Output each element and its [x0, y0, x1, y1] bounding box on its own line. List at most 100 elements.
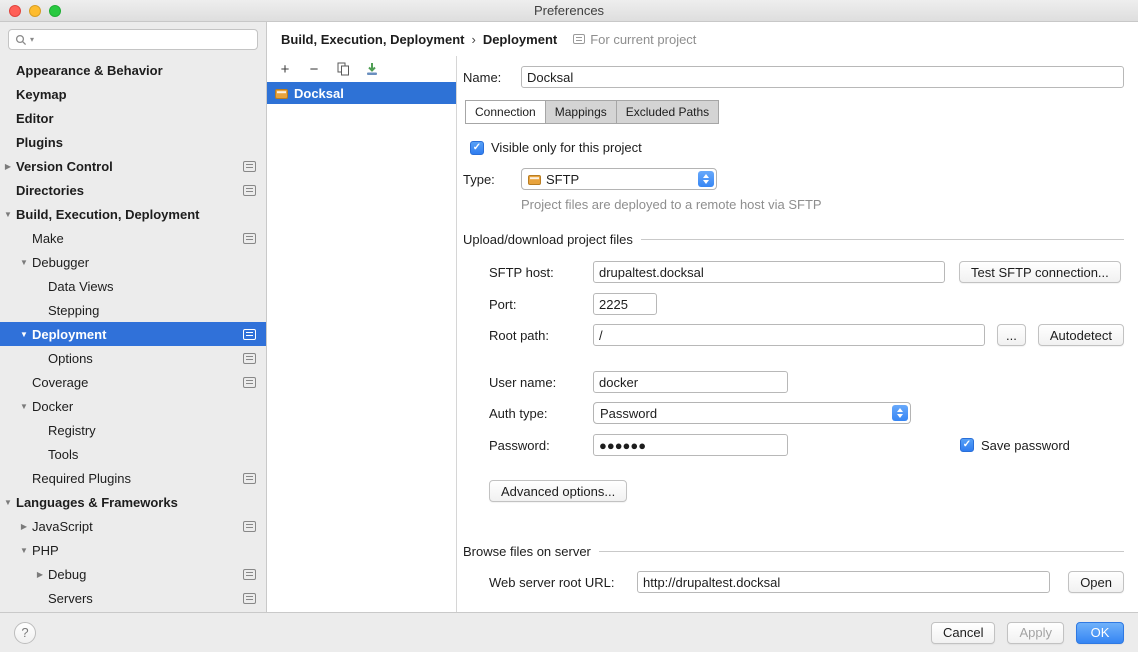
tab-excluded-paths[interactable]: Excluded Paths	[617, 100, 719, 124]
deployment-form: Name: Connection Mappings Excluded Paths…	[457, 56, 1138, 612]
sftp-type-icon	[528, 173, 541, 186]
type-row: Type: SFTP	[463, 168, 1124, 190]
web-root-input[interactable]	[637, 571, 1050, 593]
auth-type-dropdown[interactable]: Password	[593, 402, 911, 424]
sidebar-item-build-execution-deployment[interactable]: ▼Build, Execution, Deployment	[0, 202, 266, 226]
apply-button[interactable]: Apply	[1007, 622, 1064, 644]
name-input[interactable]	[521, 66, 1124, 88]
sync-icon[interactable]	[364, 61, 380, 77]
sidebar-item-label: Appearance & Behavior	[16, 63, 163, 78]
sidebar-item-make[interactable]: Make	[0, 226, 266, 250]
sidebar-item-directories[interactable]: Directories	[0, 178, 266, 202]
sidebar-item-label: PHP	[32, 543, 59, 558]
sidebar-item-label: Data Views	[48, 279, 114, 294]
project-settings-icon	[243, 329, 256, 340]
search-options-chevron-icon[interactable]: ▾	[30, 35, 34, 44]
collapsed-arrow-icon[interactable]: ▶	[16, 522, 32, 531]
zoom-window-button[interactable]	[49, 5, 61, 17]
sidebar-item-servers[interactable]: Servers	[0, 586, 266, 610]
test-sftp-connection-button[interactable]: Test SFTP connection...	[959, 261, 1121, 283]
project-settings-icon	[243, 161, 256, 172]
sidebar-item-appearance-behavior[interactable]: Appearance & Behavior	[0, 58, 266, 82]
sidebar-item-tools[interactable]: Tools	[0, 442, 266, 466]
type-dropdown[interactable]: SFTP	[521, 168, 717, 190]
sidebar-item-languages-frameworks[interactable]: ▼Languages & Frameworks	[0, 490, 266, 514]
server-list-item-docksal[interactable]: Docksal	[267, 82, 456, 104]
expanded-arrow-icon[interactable]: ▼	[16, 330, 32, 339]
expanded-arrow-icon[interactable]: ▼	[16, 546, 32, 555]
sidebar-item-version-control[interactable]: ▶Version Control	[0, 154, 266, 178]
auth-type-value: Password	[600, 406, 657, 421]
dropdown-stepper-icon	[892, 405, 908, 421]
advanced-options-button[interactable]: Advanced options...	[489, 480, 627, 502]
user-name-input[interactable]	[593, 371, 788, 393]
root-path-row: Root path: ... Autodetect	[489, 324, 1124, 346]
browse-root-button[interactable]: ...	[997, 324, 1026, 346]
search-input[interactable]	[37, 33, 251, 47]
sidebar-item-label: Directories	[16, 183, 84, 198]
sftp-host-input[interactable]	[593, 261, 945, 283]
sidebar-item-label: Docker	[32, 399, 73, 414]
sidebar-item-javascript[interactable]: ▶JavaScript	[0, 514, 266, 538]
sidebar-item-required-plugins[interactable]: Required Plugins	[0, 466, 266, 490]
autodetect-button[interactable]: Autodetect	[1038, 324, 1124, 346]
sidebar-item-debug[interactable]: ▶Debug	[0, 562, 266, 586]
expanded-arrow-icon[interactable]: ▼	[16, 402, 32, 411]
ok-button[interactable]: OK	[1076, 622, 1124, 644]
sidebar-item-php[interactable]: ▼PHP	[0, 538, 266, 562]
copy-icon[interactable]	[335, 61, 351, 77]
sidebar-item-coverage[interactable]: Coverage	[0, 370, 266, 394]
sidebar-item-data-views[interactable]: Data Views	[0, 274, 266, 298]
open-button[interactable]: Open	[1068, 571, 1124, 593]
name-label: Name:	[463, 70, 521, 85]
server-list-panel: + −	[267, 56, 457, 612]
type-help-text: Project files are deployed to a remote h…	[521, 197, 1124, 212]
save-password-label: Save password	[981, 438, 1070, 453]
expanded-arrow-icon[interactable]: ▼	[16, 258, 32, 267]
cancel-button[interactable]: Cancel	[931, 622, 995, 644]
project-settings-icon	[243, 353, 256, 364]
tab-mappings[interactable]: Mappings	[546, 100, 617, 124]
add-icon[interactable]: +	[277, 61, 293, 77]
scope-label: For current project	[590, 32, 696, 47]
save-password-checkbox[interactable]	[960, 438, 974, 452]
root-path-input[interactable]	[593, 324, 985, 346]
sidebar-item-registry[interactable]: Registry	[0, 418, 266, 442]
web-root-label: Web server root URL:	[489, 575, 637, 590]
section-divider	[599, 551, 1124, 552]
settings-sidebar: ▾ Appearance & Behavior KeymapEditorPlugi…	[0, 22, 267, 612]
user-name-row: User name:	[489, 371, 1124, 393]
search-icon	[15, 34, 27, 46]
titlebar: Preferences	[0, 0, 1138, 22]
expanded-arrow-icon[interactable]: ▼	[0, 210, 16, 219]
minimize-window-button[interactable]	[29, 5, 41, 17]
tab-connection[interactable]: Connection	[465, 100, 546, 124]
sidebar-item-label: Make	[32, 231, 64, 246]
collapsed-arrow-icon[interactable]: ▶	[0, 162, 16, 171]
expanded-arrow-icon[interactable]: ▼	[0, 498, 16, 507]
collapsed-arrow-icon[interactable]: ▶	[32, 570, 48, 579]
section-divider	[641, 239, 1124, 240]
project-settings-icon	[243, 185, 256, 196]
visible-only-checkbox[interactable]	[470, 141, 484, 155]
sidebar-item-plugins[interactable]: Plugins	[0, 130, 266, 154]
sidebar-item-keymap[interactable]: Keymap	[0, 82, 266, 106]
sidebar-item-debugger[interactable]: ▼Debugger	[0, 250, 266, 274]
close-window-button[interactable]	[9, 5, 21, 17]
server-item-label: Docksal	[294, 86, 344, 101]
password-row: Password: Save password	[489, 434, 1124, 456]
port-input[interactable]	[593, 293, 657, 315]
help-button[interactable]: ?	[14, 622, 36, 644]
server-list: Docksal	[267, 82, 456, 612]
sidebar-item-docker[interactable]: ▼Docker	[0, 394, 266, 418]
visible-only-label: Visible only for this project	[491, 140, 642, 155]
sidebar-item-label: Options	[48, 351, 93, 366]
sidebar-item-options[interactable]: Options	[0, 346, 266, 370]
password-input[interactable]	[593, 434, 788, 456]
sidebar-item-stepping[interactable]: Stepping	[0, 298, 266, 322]
sidebar-item-editor[interactable]: Editor	[0, 106, 266, 130]
sidebar-item-deployment[interactable]: ▼Deployment	[0, 322, 266, 346]
search-field[interactable]: ▾	[8, 29, 258, 50]
breadcrumb-part-parent[interactable]: Build, Execution, Deployment	[281, 32, 464, 47]
remove-icon[interactable]: −	[306, 61, 322, 77]
